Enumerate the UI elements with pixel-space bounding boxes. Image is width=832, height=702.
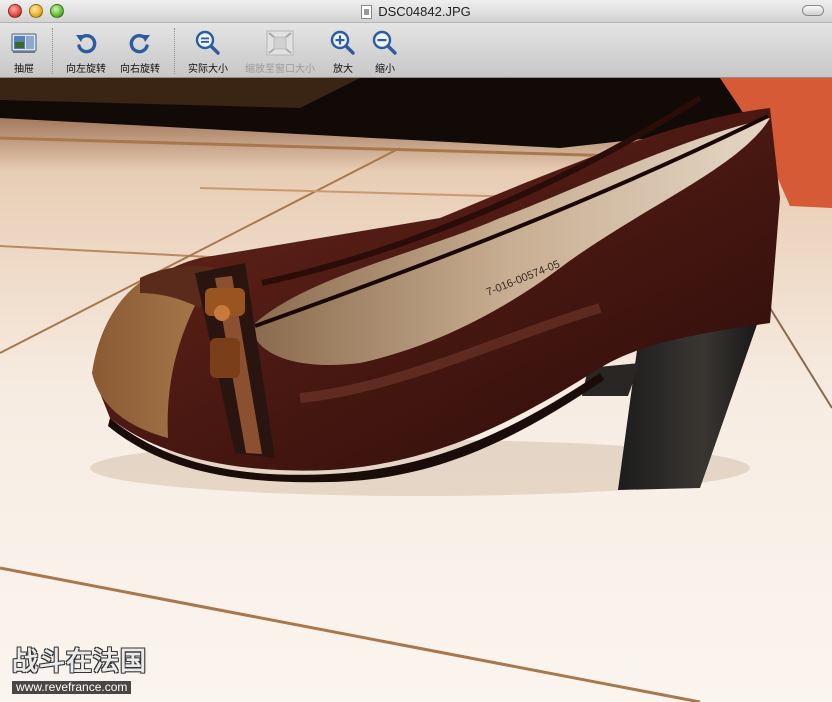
zoom-in-label: 放大 [333, 64, 353, 75]
title-group: DSC04842.JPG [0, 0, 832, 23]
zoom-out-button[interactable]: 缩小 [368, 23, 402, 78]
zoom-to-fit-icon [266, 29, 294, 57]
zoom-out-label: 缩小 [375, 64, 395, 75]
drawer-button[interactable]: 抽屉 [4, 23, 44, 78]
zoom-to-fit-button[interactable]: 缩放至窗口大小 [238, 23, 322, 78]
actual-size-button[interactable]: 实际大小 [183, 23, 233, 78]
toolbar-toggle-button[interactable] [802, 5, 824, 16]
rotate-right-icon [126, 29, 154, 57]
zoom-in-icon [329, 29, 357, 57]
watermark-url: www.revefrance.com [12, 681, 132, 694]
actual-size-label: 实际大小 [188, 64, 228, 75]
rotate-right-button[interactable]: 向右旋转 [114, 23, 166, 78]
toolbar-separator [174, 28, 175, 74]
drawer-icon [10, 29, 38, 57]
document-icon [361, 4, 373, 19]
zoom-out-icon [371, 29, 399, 57]
rotate-right-label: 向右旋转 [120, 64, 160, 75]
title-bar[interactable]: DSC04842.JPG [0, 0, 832, 23]
rotate-left-label: 向左旋转 [66, 64, 106, 75]
watermark-title: 战斗在法国 [12, 647, 148, 677]
actual-size-icon [194, 29, 222, 57]
rotate-left-button[interactable]: 向左旋转 [60, 23, 112, 78]
window-title: DSC04842.JPG [378, 4, 471, 19]
toolbar-separator [52, 28, 53, 74]
photo-viewport[interactable]: 7-016-00574-05 [0, 78, 832, 702]
shoe-photo: 7-016-00574-05 [0, 78, 832, 702]
toolbar: 抽屉 向左旋转 向右旋转 实际大小 缩放至窗口大小 放大 缩小 [0, 23, 832, 78]
watermark: 战斗在法国 www.revefrance.com [12, 648, 147, 695]
drawer-label: 抽屉 [14, 64, 34, 75]
rotate-left-icon [72, 29, 100, 57]
preview-window: DSC04842.JPG 抽屉 向左旋转 向右旋转 实际大小 缩放至窗口大小 放… [0, 0, 832, 702]
zoom-to-fit-label: 缩放至窗口大小 [245, 64, 315, 75]
zoom-in-button[interactable]: 放大 [326, 23, 360, 78]
